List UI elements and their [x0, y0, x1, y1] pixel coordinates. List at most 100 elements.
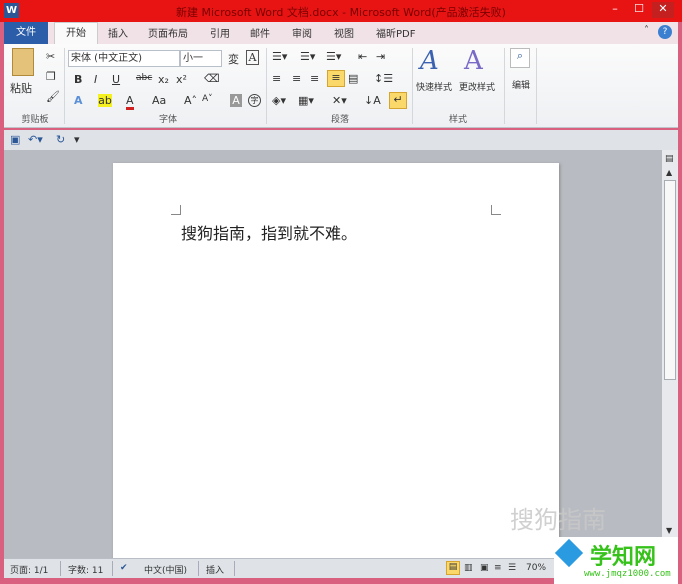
site-watermark-logo: 学知网 www.jmqz1000.com	[554, 537, 678, 584]
site-url: www.jmqz1000.com	[584, 569, 671, 579]
tab-page-layout[interactable]: 页面布局	[148, 25, 188, 40]
enclose-char-button[interactable]: 字	[248, 94, 261, 107]
window-title: 新建 Microsoft Word 文档.docx - Microsoft Wo…	[176, 6, 506, 19]
tab-home[interactable]: 开始	[54, 22, 98, 44]
shading-icon[interactable]: ◈▾	[272, 94, 286, 107]
shrink-font-button[interactable]: A˅	[202, 94, 213, 104]
full-screen-reading-icon[interactable]: ▥	[464, 563, 473, 573]
watermark-text: 搜狗指南	[510, 506, 606, 534]
document-text[interactable]: 搜狗指南，指到就不难。	[181, 220, 357, 244]
decrease-indent-icon[interactable]: ⇤	[358, 50, 367, 63]
quick-styles-button[interactable]: 快速样式	[416, 80, 452, 93]
save-icon[interactable]: ▣	[10, 133, 20, 146]
tab-references[interactable]: 引用	[210, 25, 230, 40]
char-shading-button[interactable]: A	[230, 94, 242, 107]
ruler-toggle-icon[interactable]: ▤	[665, 154, 674, 164]
tab-foxit-pdf[interactable]: 福昕PDF	[376, 25, 415, 40]
paste-icon[interactable]	[12, 48, 34, 76]
divider	[504, 48, 505, 124]
char-border-icon[interactable]: A	[246, 50, 259, 65]
change-styles-button[interactable]: 更改样式	[459, 80, 495, 93]
close-button[interactable]: ✕	[652, 2, 674, 18]
text-effect-icon[interactable]: A	[74, 94, 83, 107]
line-spacing-icon[interactable]: ↕☰	[374, 72, 393, 85]
superscript-button[interactable]: x²	[176, 73, 187, 86]
maximize-button[interactable]: ☐	[628, 2, 650, 18]
increase-indent-icon[interactable]: ⇥	[376, 50, 385, 63]
divider	[536, 48, 537, 124]
title-bar: W 新建 Microsoft Word 文档.docx - Microsoft …	[0, 0, 682, 22]
scroll-down-icon[interactable]: ▼	[666, 526, 672, 535]
phonetic-guide-icon[interactable]: 変	[228, 51, 239, 67]
underline-button[interactable]: U	[112, 73, 120, 86]
document-page[interactable]: 搜狗指南，指到就不难。	[113, 163, 559, 563]
font-size-select[interactable]: 小一	[180, 50, 222, 67]
font-name-select[interactable]: 宋体 (中文正文)	[68, 50, 180, 67]
minimize-button[interactable]: –	[604, 2, 626, 18]
tab-view[interactable]: 视图	[334, 25, 354, 40]
align-left-icon[interactable]: ≡	[272, 72, 281, 85]
quick-access-toolbar: ▣ ↶▾ ↻ ▾	[4, 130, 678, 150]
tab-insert[interactable]: 插入	[108, 25, 128, 40]
group-styles: 样式	[448, 115, 467, 125]
change-case-button[interactable]: Aa	[152, 94, 166, 107]
scroll-up-icon[interactable]: ▲	[666, 168, 672, 177]
numbering-icon[interactable]: ☰▾	[300, 50, 315, 63]
vertical-scrollbar[interactable]: ▤ ▲ ▼	[662, 150, 678, 558]
show-marks-icon[interactable]: ↵	[389, 92, 407, 109]
tab-file[interactable]: 文件	[4, 22, 48, 44]
redo-icon[interactable]: ↻	[56, 133, 65, 146]
quick-styles-icon[interactable]: A	[420, 46, 439, 76]
site-name: 学知网	[590, 545, 657, 570]
font-color-button[interactable]: A	[126, 94, 134, 110]
divider	[64, 48, 65, 124]
distribute-icon[interactable]: ▤	[348, 72, 358, 85]
proofing-icon[interactable]: ✔	[120, 563, 128, 573]
undo-icon[interactable]: ↶▾	[28, 133, 43, 146]
zoom-level[interactable]: 70%	[526, 563, 546, 573]
justify-icon[interactable]: ≡	[327, 70, 345, 87]
subscript-button[interactable]: x₂	[158, 73, 169, 86]
web-layout-icon[interactable]: ▣	[480, 563, 489, 573]
format-painter-icon[interactable]: 🖌	[46, 90, 60, 103]
tab-review[interactable]: 审阅	[292, 25, 312, 40]
print-layout-icon[interactable]: ▤	[446, 561, 460, 575]
copy-icon[interactable]: ❐	[46, 70, 56, 83]
customize-qat-icon[interactable]: ▾	[74, 133, 80, 146]
group-clipboard: 剪贴板	[21, 115, 49, 125]
tab-mailings[interactable]: 邮件	[250, 25, 270, 40]
bold-button[interactable]: B	[74, 73, 82, 86]
strikethrough-button[interactable]: abc	[136, 73, 152, 83]
outline-icon[interactable]: ≡	[494, 563, 502, 573]
bullets-icon[interactable]: ☰▾	[272, 50, 287, 63]
divider	[412, 48, 413, 124]
change-styles-icon[interactable]: A	[464, 46, 483, 76]
paste-button[interactable]: 粘贴	[10, 80, 32, 96]
collapse-ribbon-icon[interactable]: ˄	[644, 25, 649, 36]
align-right-icon[interactable]: ≡	[310, 72, 319, 85]
scrollbar-thumb[interactable]	[664, 180, 676, 380]
draft-icon[interactable]: ☰	[508, 563, 516, 573]
document-area: 搜狗指南，指到就不难。	[4, 150, 662, 563]
ribbon: 粘贴 ✂ ❐ 🖌 剪贴板 宋体 (中文正文) 小一 変 A B I U abc …	[4, 44, 678, 128]
logo-diamond	[554, 538, 584, 568]
multilevel-list-icon[interactable]: ☰▾	[326, 50, 341, 63]
grow-font-button[interactable]: A˄	[184, 94, 197, 107]
find-icon[interactable]: ⌕	[510, 48, 530, 68]
sort-icon[interactable]: ↓A	[364, 94, 381, 107]
cut-icon[interactable]: ✂	[46, 50, 55, 63]
word-count[interactable]: 字数: 11	[68, 563, 103, 576]
group-font: 字体	[158, 115, 177, 125]
highlight-icon[interactable]: ab	[98, 94, 112, 107]
clear-format-icon[interactable]: ⌫	[204, 72, 220, 85]
chinese-layout-icon[interactable]: ✕▾	[332, 94, 347, 107]
italic-button[interactable]: I	[94, 73, 97, 86]
page-count[interactable]: 页面: 1/1	[10, 563, 48, 576]
help-icon[interactable]: ?	[658, 25, 672, 39]
borders-icon[interactable]: ▦▾	[298, 94, 314, 107]
editing-button[interactable]: 编辑	[512, 78, 530, 91]
language[interactable]: 中文(中国)	[144, 563, 187, 576]
insert-mode[interactable]: 插入	[206, 563, 224, 576]
divider	[198, 561, 199, 576]
align-center-icon[interactable]: ≡	[292, 72, 301, 85]
